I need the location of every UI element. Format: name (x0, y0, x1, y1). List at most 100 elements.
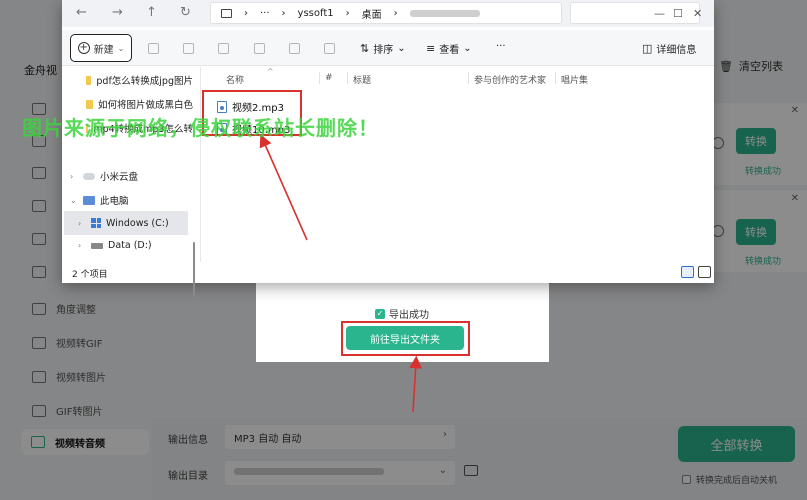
details-pane-icon: ◫ (642, 42, 653, 55)
more-icon: ··· (260, 7, 270, 19)
export-success-label: 导出成功 (389, 310, 429, 321)
new-button[interactable]: + 新建 ⌄ (70, 34, 132, 62)
nav-folder-mp4[interactable]: mp4转换成mp3怎么转 (86, 121, 193, 135)
output-dir-select[interactable]: ⌄ (225, 461, 455, 485)
column-artists[interactable]: 参与创作的艺术家 (474, 73, 546, 86)
chevron-right-icon: › (443, 429, 447, 440)
details-label: 详细信息 (656, 45, 697, 56)
sidebar-item-hidden-2[interactable] (32, 135, 46, 147)
sidebar-item-rotate[interactable]: 角度调整 (32, 301, 96, 316)
close-icon[interactable]: ✕ (791, 193, 799, 204)
rename-icon[interactable] (254, 43, 265, 54)
sidebar-item-hidden-1[interactable] (32, 103, 46, 115)
trash-icon: 🗑 (719, 59, 733, 73)
sort-indicator-icon: ^ (267, 67, 274, 76)
file-item[interactable]: 视频10.mp3 (217, 121, 290, 136)
close-icon[interactable]: ✕ (791, 105, 799, 116)
column-title[interactable]: 标题 (353, 73, 371, 86)
nav-drive-d[interactable]: › Data (D:) (78, 240, 152, 251)
more-options-button[interactable]: ··· (496, 41, 506, 52)
column-name[interactable]: 名称 (226, 73, 244, 86)
plus-icon: + (77, 42, 90, 54)
film-icon (32, 200, 46, 212)
sidebar-item-hidden-3[interactable] (32, 167, 46, 179)
back-icon[interactable]: ← (76, 5, 87, 20)
details-view-icon[interactable] (681, 266, 694, 278)
chevron-right-icon: › (393, 7, 398, 19)
sidebar-item-hidden-6[interactable] (32, 266, 46, 278)
refresh-icon[interactable]: ↻ (180, 5, 191, 20)
clear-list-button[interactable]: 🗑 清空列表 (719, 58, 783, 74)
share-icon[interactable] (289, 43, 300, 54)
breadcrumb-desktop[interactable]: 桌面 (362, 6, 382, 21)
sidebar-item-label: GIF转图片 (56, 407, 103, 418)
delete-icon[interactable] (324, 43, 335, 54)
column-divider (468, 72, 469, 84)
breadcrumb-user[interactable]: yssoft1 (298, 8, 334, 19)
convert-button[interactable]: 转换 (736, 219, 776, 245)
column-album[interactable]: 唱片集 (561, 73, 588, 86)
address-bar[interactable]: › ··· › yssoft1 › 桌面 › (210, 2, 562, 24)
sidebar-item-label: 视频转GIF (56, 339, 103, 350)
convert-all-button[interactable]: 全部转换 (678, 426, 795, 462)
sidebar-item-video-to-image[interactable]: 视频转图片 (32, 369, 106, 384)
copy-icon[interactable] (183, 43, 194, 54)
column-track[interactable]: # (325, 73, 333, 83)
column-divider (555, 72, 556, 84)
nav-item-label: mp4转换成mp3怎么转 (93, 124, 193, 135)
output-info-select[interactable]: MP3 自动 自动 › (225, 425, 455, 449)
blurred-path (234, 467, 384, 475)
minimize-icon[interactable]: — (654, 7, 665, 20)
explorer-toolbar: + 新建 ⌄ ⇅ 排序 ⌄ ≡ 查看 ⌄ ··· ◫ 详细信息 (62, 30, 714, 66)
navigation-pane: pdf怎么转换成jpg图片 如何将图片做成黑白色 mp4转换成mp3怎么转 › … (62, 67, 197, 297)
convert-button[interactable]: 转换 (736, 128, 776, 154)
convert-status: 转换成功 (745, 257, 782, 267)
sidebar-item-video-to-audio[interactable]: 视频转音频 (21, 429, 149, 455)
sidebar-item-video-to-gif[interactable]: 视频转GIF (32, 335, 102, 350)
nav-drive-c[interactable]: › Windows (C:) (64, 211, 188, 235)
audio-file-icon (217, 122, 227, 135)
nav-this-pc[interactable]: ⌄ 此电脑 (70, 193, 129, 207)
output-dir-label: 输出目录 (168, 471, 208, 482)
image-icon (32, 370, 46, 383)
chevron-down-icon: ⌄ (438, 465, 447, 476)
folder-icon (86, 99, 93, 109)
chevron-right-icon: › (345, 7, 350, 19)
windows-drive-icon (91, 218, 101, 228)
sidebar-item-gif-to-image[interactable]: GIF转图片 (32, 403, 102, 418)
chevron-right-icon: › (244, 7, 248, 19)
open-export-folder-button[interactable]: 前往导出文件夹 (346, 326, 464, 350)
nav-item-label: 此电脑 (100, 196, 129, 207)
nav-folder-bw[interactable]: 如何将图片做成黑白色 (86, 97, 193, 111)
sort-button[interactable]: ⇅ 排序 ⌄ (360, 41, 406, 56)
file-explorer-window: ← → ↑ ↻ › ··· › yssoft1 › 桌面 › — ☐ ✕ + 新… (62, 0, 714, 297)
folder-icon[interactable] (464, 465, 478, 476)
sidebar-item-hidden-4[interactable] (32, 200, 46, 212)
checkbox[interactable] (682, 475, 691, 484)
up-icon[interactable]: ↑ (146, 5, 157, 20)
cut-icon[interactable] (148, 43, 159, 54)
explorer-nav-bar: ← → ↑ ↻ › ··· › yssoft1 › 桌面 › — ☐ ✕ (62, 0, 714, 27)
nav-item-label: 如何将图片做成黑白色 (97, 100, 193, 111)
sidebar-item-hidden-5[interactable] (32, 233, 46, 245)
auto-shutdown-option[interactable]: 转换完成后自动关机 (682, 473, 777, 486)
nav-cloud[interactable]: › 小米云盘 (70, 169, 138, 184)
maximize-icon[interactable]: ☐ (673, 7, 683, 20)
gif-image-icon (32, 404, 46, 417)
sidebar-item-label: 角度调整 (56, 305, 96, 316)
sort-label: 排序 (373, 45, 394, 56)
forward-icon[interactable]: → (112, 5, 123, 20)
details-pane-button[interactable]: ◫ 详细信息 (642, 41, 696, 56)
nav-item-label: Data (D:) (108, 240, 152, 251)
view-icon: ≡ (426, 42, 436, 55)
nav-folder-pdf[interactable]: pdf怎么转换成jpg图片 (86, 73, 193, 87)
file-name: 视频2.mp3 (232, 103, 284, 114)
close-icon[interactable]: ✕ (693, 7, 702, 20)
chevron-down-icon: ⌄ (397, 43, 406, 54)
view-button[interactable]: ≡ 查看 ⌄ (426, 41, 472, 56)
file-item[interactable]: 视频2.mp3 (217, 99, 284, 114)
speed-icon (32, 233, 46, 245)
paste-icon[interactable] (218, 43, 229, 54)
tiles-view-icon[interactable] (698, 266, 711, 278)
sidebar-item-label: 视频转图片 (56, 373, 106, 384)
